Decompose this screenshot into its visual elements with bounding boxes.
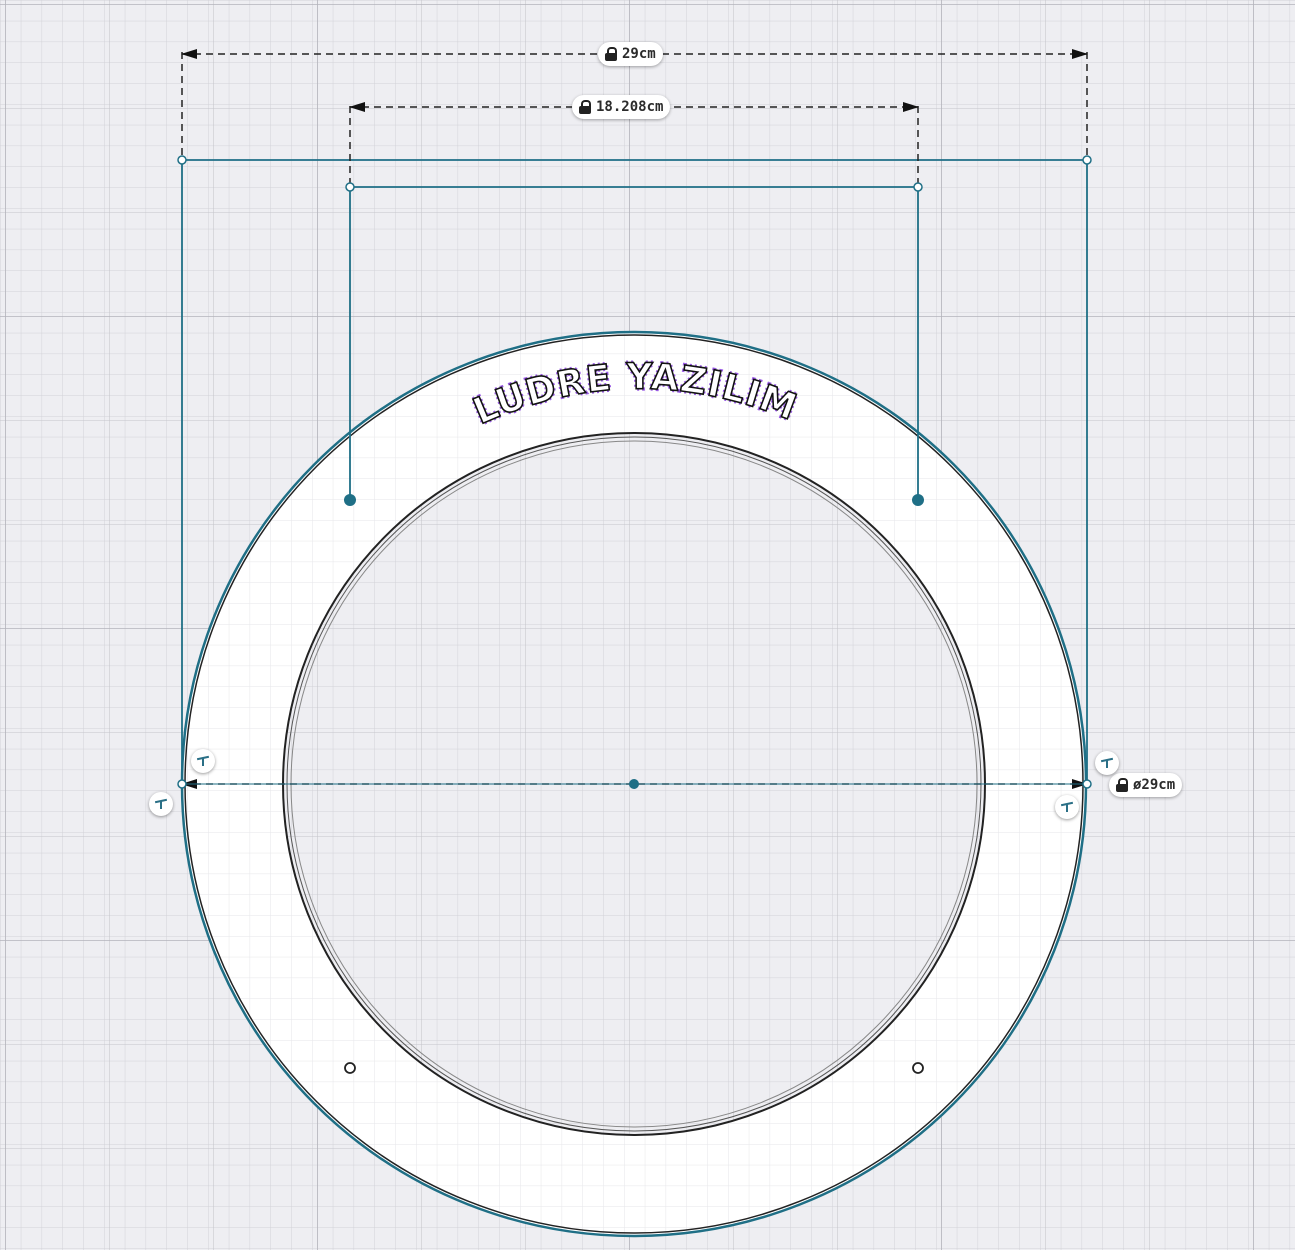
inner-frame-endpoint-right[interactable] bbox=[912, 494, 924, 506]
lock-icon[interactable] bbox=[1116, 778, 1128, 792]
diameter-label[interactable]: ø29cm bbox=[1109, 773, 1183, 797]
mounting-hole-right[interactable] bbox=[912, 1062, 924, 1074]
design-canvas[interactable]: LUDRE YAZILIM LUDRE YAZILIM bbox=[0, 0, 1295, 1250]
lock-icon[interactable] bbox=[605, 47, 617, 61]
center-point[interactable] bbox=[629, 779, 639, 789]
inner-frame-endpoint-left[interactable] bbox=[344, 494, 356, 506]
diameter-value: ø29cm bbox=[1133, 777, 1176, 793]
snap-handle-icon[interactable] bbox=[191, 749, 215, 773]
outer-frame-anchor-top-right[interactable] bbox=[1082, 155, 1092, 165]
snap-handle-icon[interactable] bbox=[149, 792, 173, 816]
snap-handle-icon[interactable] bbox=[1055, 795, 1079, 819]
outer-width-label[interactable]: 29cm bbox=[598, 42, 663, 66]
inner-width-value: 18.208cm bbox=[596, 99, 664, 115]
lock-icon[interactable] bbox=[579, 100, 591, 114]
inner-width-label[interactable]: 18.208cm bbox=[572, 95, 671, 119]
inner-frame-anchor-top-right[interactable] bbox=[913, 182, 923, 192]
diameter-anchor-right[interactable] bbox=[1082, 779, 1092, 789]
mounting-hole-left[interactable] bbox=[344, 1062, 356, 1074]
snap-handle-icon[interactable] bbox=[1095, 751, 1119, 775]
inner-frame-anchor-top-left[interactable] bbox=[345, 182, 355, 192]
diameter-anchor-left[interactable] bbox=[177, 779, 187, 789]
outer-frame-anchor-top-left[interactable] bbox=[177, 155, 187, 165]
outer-width-value: 29cm bbox=[622, 46, 656, 62]
